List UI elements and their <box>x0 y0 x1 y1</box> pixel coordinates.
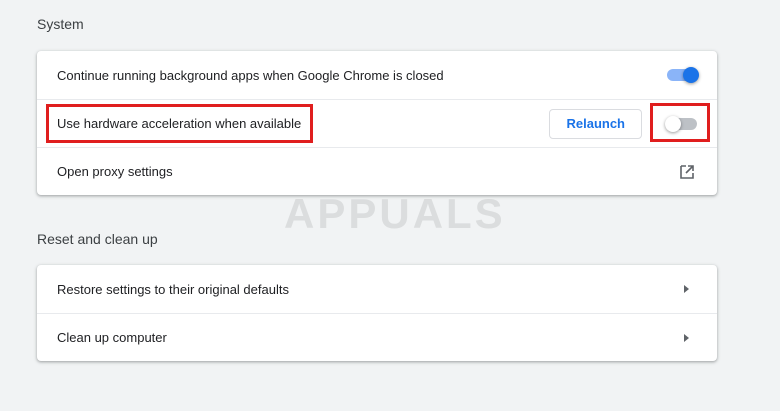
section-title-system: System <box>37 16 84 32</box>
background-apps-row[interactable]: Continue running background apps when Go… <box>37 51 717 99</box>
clean-up-computer-row[interactable]: Clean up computer <box>37 313 717 361</box>
proxy-settings-row[interactable]: Open proxy settings <box>37 147 717 195</box>
proxy-settings-label: Open proxy settings <box>57 164 173 179</box>
toggle-knob <box>683 67 699 83</box>
hardware-acceleration-row[interactable]: Use hardware acceleration when available… <box>37 99 717 147</box>
watermark-logo: APPUALS <box>284 190 506 237</box>
toggle-knob <box>665 115 681 132</box>
hardware-acceleration-toggle[interactable] <box>665 115 697 132</box>
clean-up-computer-label: Clean up computer <box>57 330 167 345</box>
restore-defaults-row[interactable]: Restore settings to their original defau… <box>37 265 717 313</box>
background-apps-label: Continue running background apps when Go… <box>57 67 444 83</box>
external-link-icon[interactable] <box>679 164 695 180</box>
restore-defaults-label: Restore settings to their original defau… <box>57 281 289 297</box>
arrow-right-icon <box>684 285 689 293</box>
background-apps-toggle[interactable] <box>667 67 699 83</box>
arrow-right-icon <box>684 333 689 342</box>
section-title-reset: Reset and clean up <box>37 231 158 247</box>
system-card: Continue running background apps when Go… <box>37 51 717 195</box>
reset-card: Restore settings to their original defau… <box>37 265 717 361</box>
relaunch-button[interactable]: Relaunch <box>549 108 642 139</box>
